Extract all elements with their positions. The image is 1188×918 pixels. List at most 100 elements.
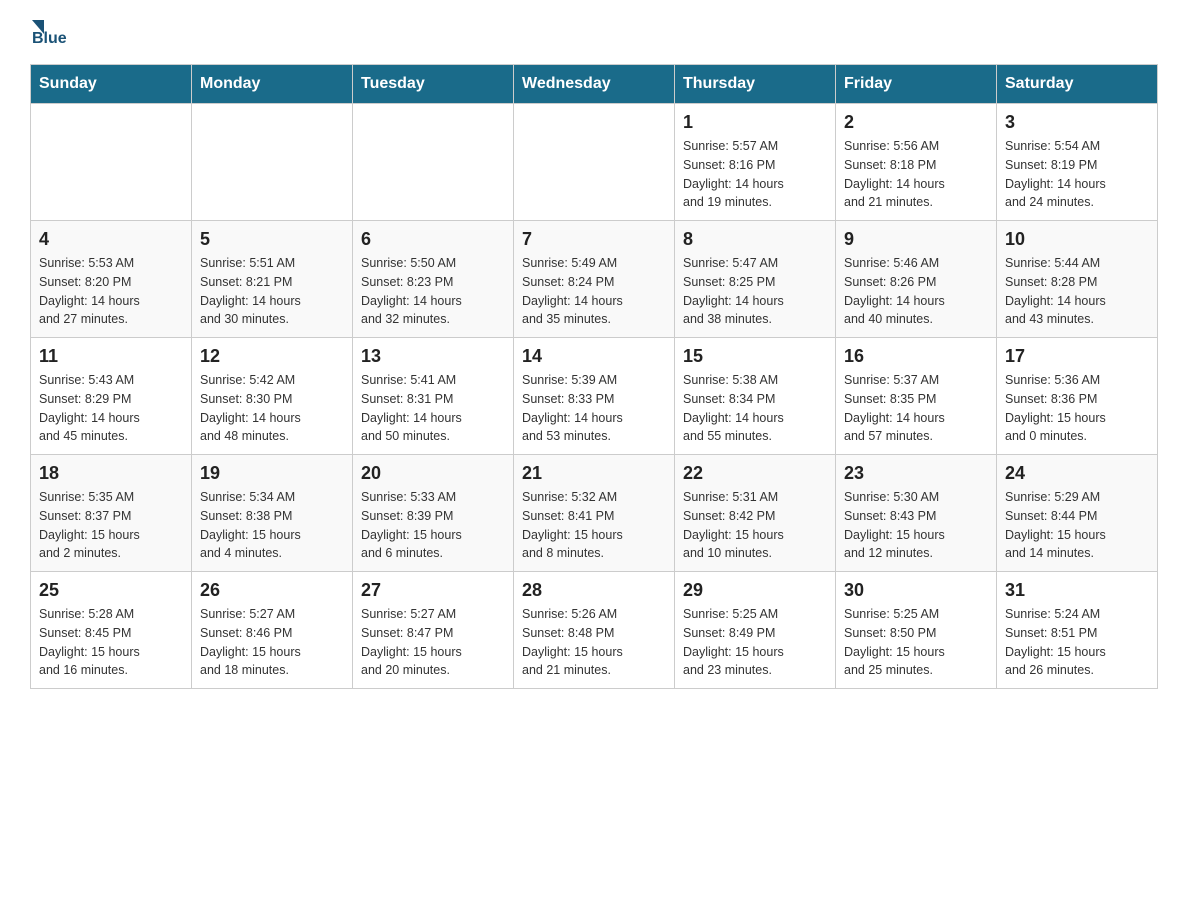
day-number: 29 — [683, 580, 827, 601]
logo: Blue — [30, 20, 67, 48]
day-number: 9 — [844, 229, 988, 250]
day-info: Sunrise: 5:50 AMSunset: 8:23 PMDaylight:… — [361, 254, 505, 329]
calendar-header-thursday: Thursday — [675, 65, 836, 104]
calendar-cell: 27 Sunrise: 5:27 AMSunset: 8:47 PMDayligh… — [353, 572, 514, 689]
day-number: 10 — [1005, 229, 1149, 250]
calendar-cell: 9 Sunrise: 5:46 AMSunset: 8:26 PMDaylight… — [836, 221, 997, 338]
day-info: Sunrise: 5:47 AMSunset: 8:25 PMDaylight:… — [683, 254, 827, 329]
day-info: Sunrise: 5:33 AMSunset: 8:39 PMDaylight:… — [361, 488, 505, 563]
calendar-header-row: SundayMondayTuesdayWednesdayThursdayFrid… — [31, 65, 1158, 104]
calendar-cell: 2 Sunrise: 5:56 AMSunset: 8:18 PMDaylight… — [836, 104, 997, 221]
day-info: Sunrise: 5:32 AMSunset: 8:41 PMDaylight:… — [522, 488, 666, 563]
day-info: Sunrise: 5:28 AMSunset: 8:45 PMDaylight:… — [39, 605, 183, 680]
day-number: 4 — [39, 229, 183, 250]
day-info: Sunrise: 5:46 AMSunset: 8:26 PMDaylight:… — [844, 254, 988, 329]
day-number: 13 — [361, 346, 505, 367]
calendar-header-friday: Friday — [836, 65, 997, 104]
calendar-week-row: 25 Sunrise: 5:28 AMSunset: 8:45 PMDayligh… — [31, 572, 1158, 689]
calendar-cell: 23Sunrise: 5:30 AMSunset: 8:43 PMDayligh… — [836, 455, 997, 572]
day-info: Sunrise: 5:44 AMSunset: 8:28 PMDaylight:… — [1005, 254, 1149, 329]
day-info: Sunrise: 5:54 AMSunset: 8:19 PMDaylight:… — [1005, 137, 1149, 212]
day-number: 25 — [39, 580, 183, 601]
day-number: 7 — [522, 229, 666, 250]
calendar-cell: 3Sunrise: 5:54 AMSunset: 8:19 PMDaylight… — [997, 104, 1158, 221]
day-info: Sunrise: 5:42 AMSunset: 8:30 PMDaylight:… — [200, 371, 344, 446]
calendar-cell: 6 Sunrise: 5:50 AMSunset: 8:23 PMDaylight… — [353, 221, 514, 338]
day-info: Sunrise: 5:35 AMSunset: 8:37 PMDaylight:… — [39, 488, 183, 563]
calendar-cell: 24Sunrise: 5:29 AMSunset: 8:44 PMDayligh… — [997, 455, 1158, 572]
calendar-cell: 11Sunrise: 5:43 AMSunset: 8:29 PMDayligh… — [31, 338, 192, 455]
calendar-header-saturday: Saturday — [997, 65, 1158, 104]
day-info: Sunrise: 5:27 AMSunset: 8:47 PMDaylight:… — [361, 605, 505, 680]
calendar-cell: 13 Sunrise: 5:41 AMSunset: 8:31 PMDayligh… — [353, 338, 514, 455]
day-number: 23 — [844, 463, 988, 484]
day-info: Sunrise: 5:31 AMSunset: 8:42 PMDaylight:… — [683, 488, 827, 563]
day-number: 19 — [200, 463, 344, 484]
day-number: 12 — [200, 346, 344, 367]
day-info: Sunrise: 5:24 AMSunset: 8:51 PMDaylight:… — [1005, 605, 1149, 680]
calendar-header-tuesday: Tuesday — [353, 65, 514, 104]
calendar-cell: 15 Sunrise: 5:38 AMSunset: 8:34 PMDayligh… — [675, 338, 836, 455]
day-info: Sunrise: 5:38 AMSunset: 8:34 PMDaylight:… — [683, 371, 827, 446]
day-number: 2 — [844, 112, 988, 133]
day-number: 30 — [844, 580, 988, 601]
calendar-cell: 14 Sunrise: 5:39 AMSunset: 8:33 PMDayligh… — [514, 338, 675, 455]
day-number: 11 — [39, 346, 183, 367]
calendar-header-monday: Monday — [192, 65, 353, 104]
day-number: 28 — [522, 580, 666, 601]
calendar-cell: 25 Sunrise: 5:28 AMSunset: 8:45 PMDayligh… — [31, 572, 192, 689]
day-number: 17 — [1005, 346, 1149, 367]
page-header: Blue — [30, 20, 1158, 48]
calendar-cell: 8 Sunrise: 5:47 AMSunset: 8:25 PMDaylight… — [675, 221, 836, 338]
calendar-cell: 20Sunrise: 5:33 AMSunset: 8:39 PMDayligh… — [353, 455, 514, 572]
calendar-header-wednesday: Wednesday — [514, 65, 675, 104]
day-info: Sunrise: 5:41 AMSunset: 8:31 PMDaylight:… — [361, 371, 505, 446]
calendar-cell: 16Sunrise: 5:37 AMSunset: 8:35 PMDayligh… — [836, 338, 997, 455]
calendar-cell — [353, 104, 514, 221]
calendar-week-row: 11Sunrise: 5:43 AMSunset: 8:29 PMDayligh… — [31, 338, 1158, 455]
day-number: 24 — [1005, 463, 1149, 484]
calendar-cell: 31 Sunrise: 5:24 AMSunset: 8:51 PMDayligh… — [997, 572, 1158, 689]
day-number: 21 — [522, 463, 666, 484]
calendar-cell: 12 Sunrise: 5:42 AMSunset: 8:30 PMDayligh… — [192, 338, 353, 455]
calendar-cell: 17 Sunrise: 5:36 AMSunset: 8:36 PMDayligh… — [997, 338, 1158, 455]
calendar-cell: 19 Sunrise: 5:34 AMSunset: 8:38 PMDayligh… — [192, 455, 353, 572]
calendar-cell: 7Sunrise: 5:49 AMSunset: 8:24 PMDaylight… — [514, 221, 675, 338]
day-number: 18 — [39, 463, 183, 484]
day-info: Sunrise: 5:39 AMSunset: 8:33 PMDaylight:… — [522, 371, 666, 446]
day-number: 31 — [1005, 580, 1149, 601]
calendar-cell: 5 Sunrise: 5:51 AMSunset: 8:21 PMDaylight… — [192, 221, 353, 338]
calendar-week-row: 1Sunrise: 5:57 AMSunset: 8:16 PMDaylight… — [31, 104, 1158, 221]
calendar-cell — [192, 104, 353, 221]
day-info: Sunrise: 5:34 AMSunset: 8:38 PMDaylight:… — [200, 488, 344, 563]
day-info: Sunrise: 5:26 AMSunset: 8:48 PMDaylight:… — [522, 605, 666, 680]
calendar-cell: 1Sunrise: 5:57 AMSunset: 8:16 PMDaylight… — [675, 104, 836, 221]
calendar-cell: 4 Sunrise: 5:53 AMSunset: 8:20 PMDaylight… — [31, 221, 192, 338]
day-info: Sunrise: 5:56 AMSunset: 8:18 PMDaylight:… — [844, 137, 988, 212]
day-info: Sunrise: 5:27 AMSunset: 8:46 PMDaylight:… — [200, 605, 344, 680]
day-info: Sunrise: 5:51 AMSunset: 8:21 PMDaylight:… — [200, 254, 344, 329]
calendar-cell: 18 Sunrise: 5:35 AMSunset: 8:37 PMDayligh… — [31, 455, 192, 572]
calendar-cell: 29Sunrise: 5:25 AMSunset: 8:49 PMDayligh… — [675, 572, 836, 689]
day-info: Sunrise: 5:53 AMSunset: 8:20 PMDaylight:… — [39, 254, 183, 329]
day-info: Sunrise: 5:36 AMSunset: 8:36 PMDaylight:… — [1005, 371, 1149, 446]
day-number: 6 — [361, 229, 505, 250]
calendar-cell: 21 Sunrise: 5:32 AMSunset: 8:41 PMDayligh… — [514, 455, 675, 572]
calendar-cell: 28 Sunrise: 5:26 AMSunset: 8:48 PMDayligh… — [514, 572, 675, 689]
day-number: 22 — [683, 463, 827, 484]
day-number: 14 — [522, 346, 666, 367]
logo-underline: Blue — [32, 30, 67, 48]
calendar-week-row: 4 Sunrise: 5:53 AMSunset: 8:20 PMDaylight… — [31, 221, 1158, 338]
calendar-header-sunday: Sunday — [31, 65, 192, 104]
day-number: 1 — [683, 112, 827, 133]
calendar-cell — [514, 104, 675, 221]
day-number: 27 — [361, 580, 505, 601]
day-number: 8 — [683, 229, 827, 250]
calendar-cell: 10 Sunrise: 5:44 AMSunset: 8:28 PMDayligh… — [997, 221, 1158, 338]
day-number: 15 — [683, 346, 827, 367]
day-number: 5 — [200, 229, 344, 250]
day-info: Sunrise: 5:25 AMSunset: 8:50 PMDaylight:… — [844, 605, 988, 680]
calendar-cell: 22 Sunrise: 5:31 AMSunset: 8:42 PMDayligh… — [675, 455, 836, 572]
calendar-week-row: 18 Sunrise: 5:35 AMSunset: 8:37 PMDayligh… — [31, 455, 1158, 572]
calendar-cell: 30 Sunrise: 5:25 AMSunset: 8:50 PMDayligh… — [836, 572, 997, 689]
